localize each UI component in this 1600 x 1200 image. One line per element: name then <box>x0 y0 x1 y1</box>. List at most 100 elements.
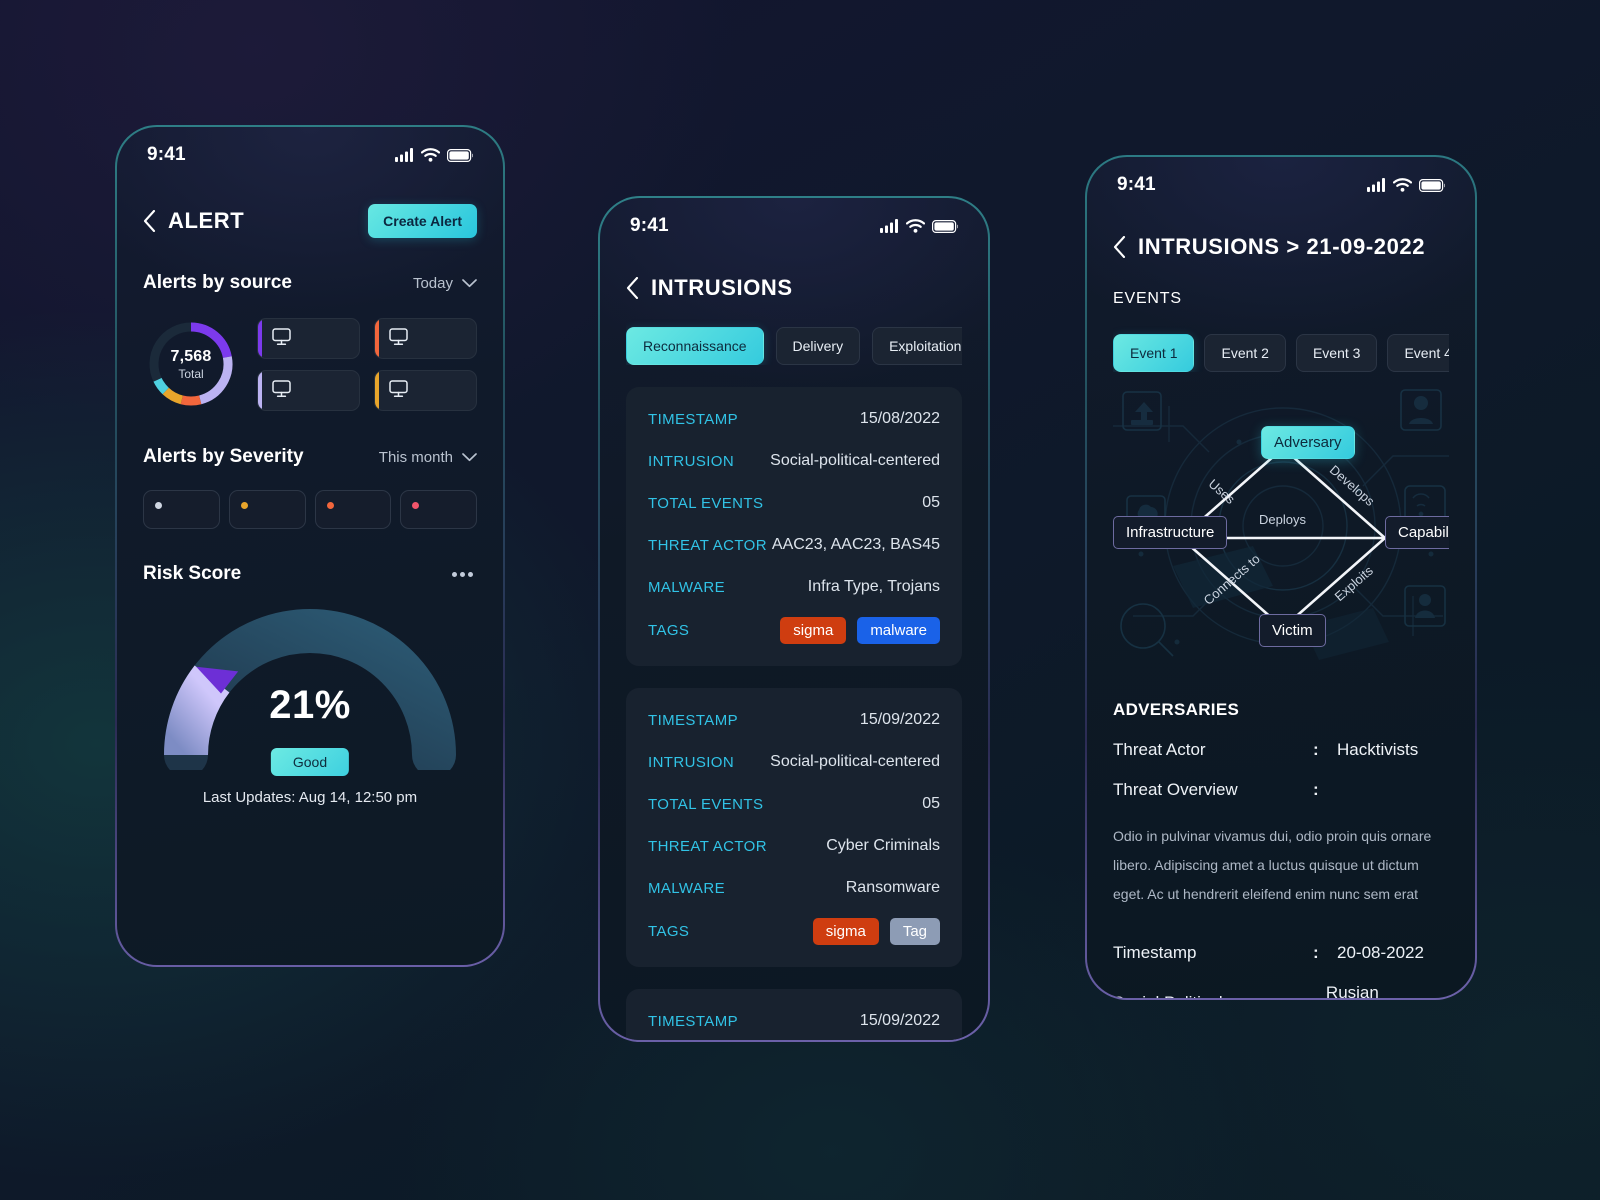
cellular-signal-icon <box>880 219 898 233</box>
status-bar: 9:41 <box>600 198 988 237</box>
status-bar: 9:41 <box>117 127 503 166</box>
risk-score-status-badge[interactable]: Good <box>270 748 350 776</box>
field-value-timestamp: 15/09/2022 <box>859 711 940 728</box>
field-label-threat-actor: THREAT ACTOR <box>648 837 767 855</box>
intrusion-field-row: THREAT ACTOR Cyber Criminals <box>648 834 940 858</box>
detail-value: Hacktivists <box>1337 740 1419 759</box>
severity-card-critical[interactable] <box>400 490 477 529</box>
severity-dot <box>240 502 248 509</box>
diamond-node-victim[interactable]: Victim <box>1259 614 1326 647</box>
intrusion-field-row: TIMESTAMP 15/08/2022 <box>648 407 940 431</box>
source-card-wifi[interactable] <box>257 369 360 411</box>
detail-key: Timestamp <box>1113 943 1197 962</box>
wifi-icon <box>421 148 440 162</box>
tag-list: sigma malware <box>780 617 940 644</box>
cellular-signal-icon <box>395 148 413 162</box>
adversaries-detail-list: Threat Actor : Hacktivists Threat Overvie… <box>1113 740 1449 800</box>
risk-score-more-options-icon[interactable] <box>448 568 477 581</box>
diamond-model-diagram: Adversary Infrastructure Capability Vict… <box>1113 386 1449 676</box>
page-header: ALERT Create Alert <box>143 204 477 238</box>
tag-chip[interactable]: Tag <box>889 918 940 945</box>
detail-colon: : <box>1313 943 1319 962</box>
detail-colon: : <box>1303 993 1326 998</box>
field-label-intrusion: INTRUSION <box>648 452 735 470</box>
field-label-tags: TAGS <box>648 923 690 940</box>
source-card-firewall[interactable] <box>374 317 477 359</box>
source-card-iot-network[interactable] <box>374 369 477 411</box>
intrusion-card[interactable]: TIMESTAMP 15/08/2022 INTRUSION Social-po… <box>626 387 962 666</box>
field-value-timestamp: 15/09/2022 <box>859 1012 940 1029</box>
page-header: INTRUSIONS <box>626 275 962 301</box>
tab-event-4[interactable]: Event 4 <box>1387 334 1449 372</box>
donut-total-value: 7,568 <box>170 347 212 365</box>
tab-event-3[interactable]: Event 3 <box>1295 334 1378 372</box>
tab-reconnaissance[interactable]: Reconnaissance <box>626 327 764 365</box>
adversary-detail-row: Social Political : Rusian Aggretion <box>1113 983 1449 998</box>
intrusion-field-row: MALWARE Ransomware <box>648 876 940 900</box>
field-value-total-events: 05 <box>922 494 940 511</box>
field-value-malware: Infra Type, Trojans <box>807 578 940 595</box>
chevron-down-icon <box>462 278 477 287</box>
tag-chip[interactable]: sigma <box>780 617 847 644</box>
intrusion-card-list: TIMESTAMP 15/08/2022 INTRUSION Social-po… <box>626 387 962 1040</box>
risk-score-header: Risk Score <box>143 563 477 585</box>
cellular-signal-icon <box>1367 178 1385 192</box>
diamond-node-infrastructure[interactable]: Infrastructure <box>1113 516 1228 549</box>
detail-colon: : <box>1313 740 1319 759</box>
breadcrumb: INTRUSIONS > 21-09-2022 <box>1138 234 1426 259</box>
field-label-total-events: TOTAL EVENTS <box>648 795 764 813</box>
detail-key: Social Political <box>1113 993 1303 998</box>
phone-alert-screen: 9:41 ALERT Create Alert Alerts by source… <box>115 125 505 967</box>
intrusion-field-row: INTRUSION Social-political-centered <box>648 449 940 473</box>
field-label-threat-actor: THREAT ACTOR <box>648 536 767 554</box>
threat-overview-text: Odio in pulvinar vivamus dui, odio proin… <box>1113 828 1432 902</box>
tab-event-2[interactable]: Event 2 <box>1204 334 1286 372</box>
back-chevron-icon[interactable] <box>626 277 639 299</box>
back-chevron-icon[interactable] <box>1113 236 1126 258</box>
field-label-timestamp: TIMESTAMP <box>648 410 738 428</box>
detail-value: 20-08-2022 <box>1337 943 1424 962</box>
adversary-detail-row: Threat Overview : <box>1113 780 1449 800</box>
diamond-node-adversary[interactable]: Adversary <box>1261 426 1355 459</box>
risk-score-gauge-chart: 21% Good <box>143 605 477 777</box>
alerts-by-severity-title: Alerts by Severity <box>143 446 304 467</box>
severity-card-low[interactable] <box>143 490 220 529</box>
intrusion-card[interactable]: TIMESTAMP 15/09/2022 INTRUSION Social-po… <box>626 688 962 967</box>
alerts-by-severity-filter[interactable]: This month <box>379 449 477 466</box>
source-card-work-station[interactable] <box>257 317 360 359</box>
severity-card-high[interactable] <box>314 490 392 529</box>
create-alert-button[interactable]: Create Alert <box>368 204 477 238</box>
status-time: 9:41 <box>147 144 186 165</box>
detail-key: Threat Overview <box>1113 780 1238 799</box>
diamond-edge-label-deploys: Deploys <box>1259 512 1306 527</box>
page-title: ALERT <box>168 208 245 233</box>
tag-list: sigma Tag <box>812 918 940 945</box>
source-accent-bar <box>375 370 379 410</box>
wifi-icon <box>906 219 925 233</box>
status-bar: 9:41 <box>1087 157 1475 196</box>
adversaries-footer-list: Timestamp : 20-08-2022 Social Political :… <box>1113 943 1449 998</box>
monitor-icon <box>389 379 408 397</box>
diamond-node-capability[interactable]: Capability <box>1385 516 1449 549</box>
alerts-by-source-filter-label: Today <box>412 274 453 292</box>
alerts-by-source-filter[interactable]: Today <box>413 275 477 292</box>
source-accent-bar <box>258 370 262 410</box>
alerts-by-source-header: Alerts by source Today <box>143 272 477 294</box>
status-time: 9:41 <box>630 215 669 236</box>
tab-exploitation[interactable]: Exploitation <box>872 327 962 365</box>
tag-chip[interactable]: sigma <box>812 918 879 945</box>
intrusion-card[interactable]: TIMESTAMP 15/09/2022 INTRUSION Social-po… <box>626 989 962 1040</box>
back-chevron-icon[interactable] <box>143 210 156 232</box>
tag-chip[interactable]: malware <box>857 617 940 644</box>
severity-dot <box>326 502 334 509</box>
phone-intrusions-screen: 9:41 INTRUSIONS Reconnaissance Delivery … <box>598 196 990 1042</box>
page-title: INTRUSIONS <box>651 275 793 300</box>
phone-event-detail-screen: 9:41 INTRUSIONS > 21-09-2022 EVENTS Even… <box>1085 155 1477 1000</box>
source-accent-bar <box>375 318 379 358</box>
intrusion-tags-row: TAGS sigma Tag <box>648 918 940 945</box>
severity-card-medium[interactable] <box>228 490 306 529</box>
tab-event-1[interactable]: Event 1 <box>1113 334 1195 372</box>
tab-delivery[interactable]: Delivery <box>775 327 861 365</box>
field-value-intrusion: Social-political-centered <box>770 452 940 469</box>
page-header: INTRUSIONS > 21-09-2022 <box>1113 234 1449 260</box>
